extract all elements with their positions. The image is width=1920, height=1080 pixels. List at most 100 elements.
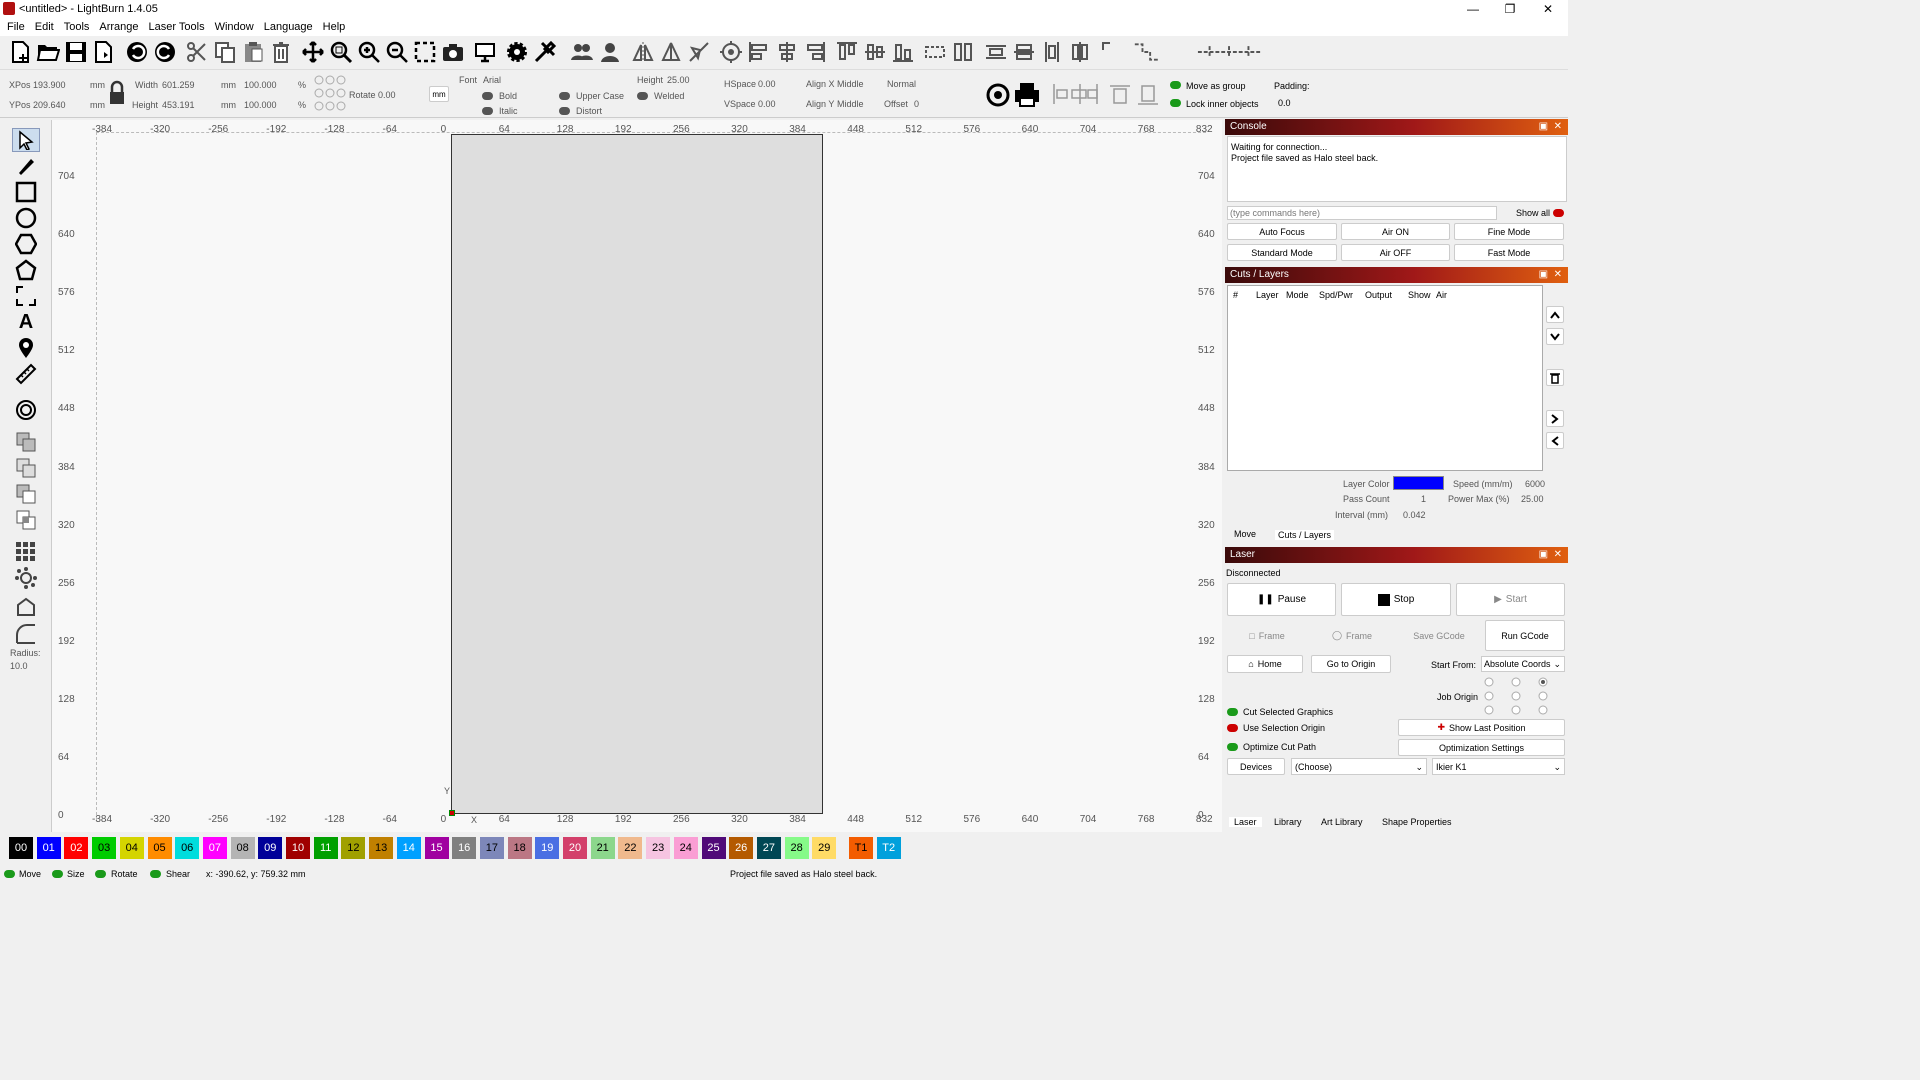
menu-language[interactable]: Language <box>264 18 313 36</box>
align-right-icon[interactable] <box>802 39 828 65</box>
save-as-icon[interactable] <box>91 39 117 65</box>
fine-mode-button[interactable]: Fine Mode <box>1454 223 1564 240</box>
lock-aspect-icon[interactable] <box>108 80 126 106</box>
maximize-icon[interactable]: ❐ <box>1492 0 1528 18</box>
ypos-input[interactable]: 209.640 <box>33 100 66 110</box>
frame-selection-icon[interactable] <box>412 39 438 65</box>
weld-icon[interactable] <box>12 430 40 454</box>
column-header-number[interactable]: # <box>1233 290 1238 300</box>
column-header-spd-pwr[interactable]: Spd/Pwr <box>1319 290 1353 300</box>
column-header-mode[interactable]: Mode <box>1286 290 1309 300</box>
speed-input[interactable]: 6000 <box>1525 479 1545 489</box>
palette-swatch-18[interactable]: 18 <box>507 837 532 859</box>
zoom-fit-icon[interactable] <box>328 39 354 65</box>
boolean-subtract-icon[interactable] <box>12 482 40 506</box>
palette-swatch-28[interactable]: 28 <box>784 837 809 859</box>
layer-down-icon[interactable] <box>1546 328 1564 345</box>
rotate-input[interactable]: 0.00 <box>378 90 396 100</box>
distribute-v-centers-icon[interactable] <box>1067 39 1093 65</box>
menu-tools[interactable]: Tools <box>64 18 90 36</box>
status-size-checkbox[interactable] <box>52 870 63 878</box>
height-input[interactable]: 453.191 <box>162 100 195 110</box>
text-mode-select[interactable]: Normal <box>887 79 916 89</box>
polygon-tool-icon[interactable] <box>12 232 40 256</box>
align-tools-icon[interactable] <box>1052 82 1162 106</box>
cuts-close-icon[interactable]: ▣ ✕ <box>1539 267 1562 283</box>
boolean-intersect-icon[interactable] <box>12 508 40 532</box>
align-center-h-icon[interactable] <box>774 39 800 65</box>
distribute-v-space-icon[interactable] <box>1039 39 1065 65</box>
offset-input[interactable]: 0 <box>914 99 919 109</box>
palette-swatch-20[interactable]: 20 <box>563 837 587 859</box>
save-icon[interactable] <box>63 39 89 65</box>
layer-prev-icon[interactable] <box>1546 432 1564 449</box>
menu-arrange[interactable]: Arrange <box>99 18 138 36</box>
save-gcode-button[interactable]: Save GCode <box>1398 620 1480 651</box>
flip-vertical-icon[interactable] <box>658 39 684 65</box>
pentagon-tool-icon[interactable] <box>12 258 40 282</box>
redo-icon[interactable] <box>152 39 178 65</box>
status-move-checkbox[interactable] <box>4 870 15 878</box>
mirror-across-line-icon[interactable] <box>686 39 712 65</box>
menu-help[interactable]: Help <box>323 18 346 36</box>
column-header-layer[interactable]: Layer <box>1256 290 1279 300</box>
close-icon[interactable]: ✕ <box>1530 0 1566 18</box>
tab-laser[interactable]: Laser <box>1229 817 1262 827</box>
palette-swatch-22[interactable]: 22 <box>618 837 643 859</box>
frame-rect-button[interactable]: □ Frame <box>1227 620 1307 651</box>
italic-checkbox[interactable] <box>482 107 493 115</box>
minimize-icon[interactable]: — <box>1455 0 1491 18</box>
palette-swatch-15[interactable]: 15 <box>424 837 449 859</box>
distort-checkbox[interactable] <box>559 107 570 115</box>
circular-array-icon[interactable] <box>12 566 40 590</box>
show-all-checkbox[interactable] <box>1553 209 1564 217</box>
column-header-air[interactable]: Air <box>1436 290 1447 300</box>
layer-next-icon[interactable] <box>1546 410 1564 427</box>
palette-swatch-12[interactable]: 12 <box>341 837 366 859</box>
rotate-around-icon[interactable] <box>718 39 744 65</box>
position-marker-icon[interactable] <box>12 336 40 360</box>
flip-horizontal-icon[interactable] <box>630 39 656 65</box>
zoom-in-icon[interactable] <box>356 39 382 65</box>
unit-toggle-button[interactable]: mm <box>429 86 449 102</box>
port-select[interactable]: (Choose) ⌄ <box>1291 758 1427 775</box>
status-shear-checkbox[interactable] <box>150 870 161 878</box>
palette-swatch-05[interactable]: 05 <box>147 837 172 859</box>
tab-cuts-layers[interactable]: Cuts / Layers <box>1275 530 1335 540</box>
pause-button[interactable]: ❚❚ Pause <box>1227 583 1336 616</box>
palette-swatch-00[interactable]: 00 <box>9 837 33 859</box>
palette-swatch-t2[interactable]: T2 <box>876 837 901 859</box>
text-height-input[interactable]: 25.00 <box>667 75 690 85</box>
go-to-origin-button[interactable]: Go to Origin <box>1311 655 1391 673</box>
cut-selected-checkbox[interactable] <box>1227 708 1238 716</box>
run-gcode-button[interactable]: Run GCode <box>1485 620 1565 651</box>
laser-close-icon[interactable]: ▣ ✕ <box>1539 547 1562 563</box>
align-middle-v-icon[interactable] <box>862 39 888 65</box>
distribute-h-space-icon[interactable] <box>983 39 1009 65</box>
palette-swatch-21[interactable]: 21 <box>590 837 615 859</box>
grid-array-icon[interactable] <box>12 540 40 564</box>
aligny-select[interactable]: Middle <box>837 99 864 109</box>
padding-input[interactable]: 0.0 <box>1278 98 1291 108</box>
move-bottom-right-icon[interactable] <box>1130 39 1176 65</box>
group-icon[interactable] <box>569 39 595 65</box>
palette-swatch-t1[interactable]: T1 <box>849 837 873 859</box>
palette-swatch-29[interactable]: 29 <box>812 837 837 859</box>
palette-swatch-04[interactable]: 04 <box>119 837 144 859</box>
palette-swatch-01[interactable]: 01 <box>36 837 61 859</box>
palette-swatch-17[interactable]: 17 <box>479 837 504 859</box>
undo-icon[interactable] <box>124 39 150 65</box>
palette-swatch-08[interactable]: 08 <box>230 837 255 859</box>
distribute-h-centers-icon[interactable] <box>1011 39 1037 65</box>
start-from-select[interactable]: Absolute Coords ⌄ <box>1481 656 1565 672</box>
vspace-input[interactable]: 0.00 <box>758 99 776 109</box>
menu-edit[interactable]: Edit <box>35 18 54 36</box>
anchor-points-icon[interactable] <box>313 72 347 114</box>
paste-icon[interactable] <box>240 39 266 65</box>
edit-nodes-icon[interactable] <box>12 596 40 620</box>
console-close-icon[interactable]: ▣ ✕ <box>1539 119 1562 135</box>
palette-swatch-23[interactable]: 23 <box>646 837 671 859</box>
align-centers-icon[interactable] <box>922 39 948 65</box>
width-input[interactable]: 601.259 <box>162 80 195 90</box>
boolean-union-icon[interactable] <box>12 456 40 480</box>
